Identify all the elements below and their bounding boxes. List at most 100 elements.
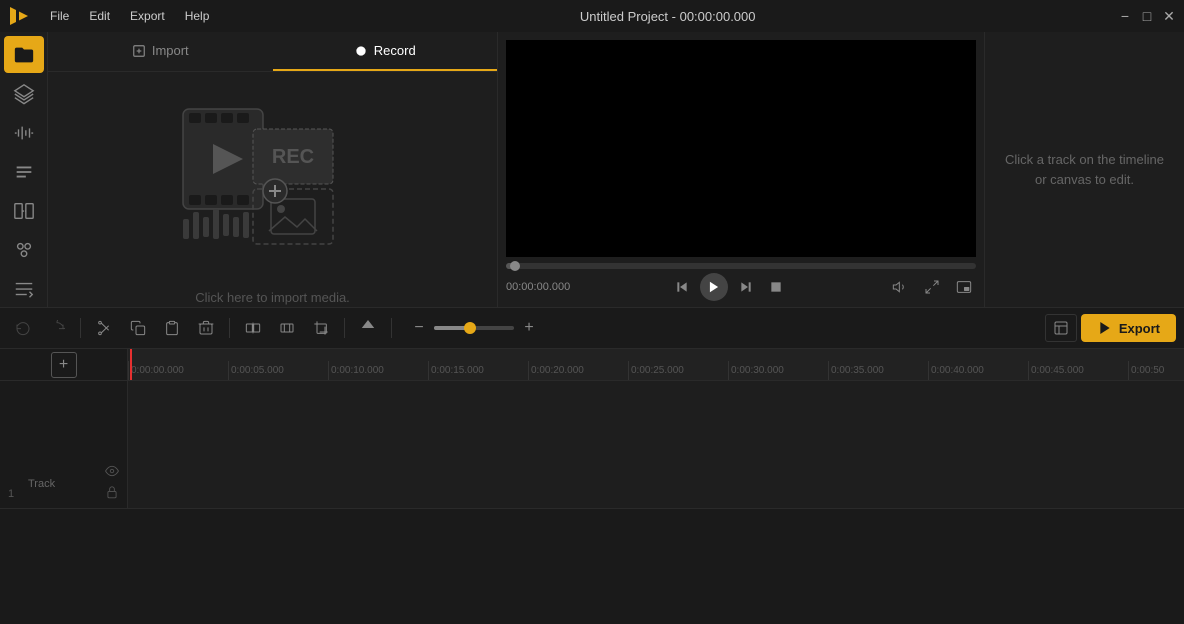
zoom-out-button[interactable]: − (408, 317, 430, 339)
skip-forward-button[interactable] (734, 275, 758, 299)
template-button[interactable] (1045, 314, 1077, 342)
ruler-mark-6: 0:00:30.000 (728, 361, 828, 380)
playhead[interactable] (130, 349, 132, 380)
separator-2 (229, 318, 230, 338)
toolbar: − + Export (0, 307, 1184, 349)
playback-controls: 00:00:00.000 (498, 257, 984, 307)
lock-icon (105, 485, 119, 499)
track-1-content[interactable] (128, 381, 1184, 509)
track-lock-button[interactable] (105, 485, 119, 502)
play-icon (707, 280, 721, 294)
fullscreen-button[interactable] (920, 275, 944, 299)
ruler-mark-8: 0:00:40.000 (928, 361, 1028, 380)
eye-icon (105, 464, 119, 478)
layers-icon (13, 83, 35, 105)
video-preview (506, 40, 976, 257)
svg-text:REC: REC (271, 146, 313, 168)
minimize-button[interactable]: − (1118, 9, 1132, 23)
timeline-area: + 1 Track (0, 349, 1184, 509)
menu-help[interactable]: Help (177, 7, 218, 25)
progress-handle[interactable] (510, 261, 520, 271)
stop-button[interactable] (764, 275, 788, 299)
paste-button[interactable] (157, 314, 187, 342)
cut-button[interactable] (89, 314, 119, 342)
panel-tabs: Import Record (48, 32, 497, 72)
sidebar-item-filters[interactable] (4, 231, 44, 268)
progress-bar[interactable] (506, 263, 976, 269)
sidebar-item-text[interactable] (4, 153, 44, 190)
track-1-number: 1 (8, 488, 14, 500)
track-1-label: 1 Track (0, 381, 127, 509)
export-label: Export (1119, 321, 1160, 336)
menu-edit[interactable]: Edit (81, 7, 118, 25)
marker-icon (361, 320, 375, 336)
ruler-mark-10: 0:00:50 (1128, 361, 1184, 380)
sidebar-item-media[interactable] (4, 36, 44, 73)
zoom-slider[interactable] (434, 326, 514, 330)
copy-icon (130, 320, 146, 336)
separator-4 (391, 318, 392, 338)
delete-button[interactable] (191, 314, 221, 342)
zoom-control: − + (408, 317, 540, 339)
filters-icon (13, 239, 35, 261)
more-icon (13, 278, 35, 300)
tab-record[interactable]: Record (273, 32, 498, 71)
zoom-in-button[interactable]: + (518, 317, 540, 339)
tab-import[interactable]: Import (48, 32, 273, 71)
crop-icon (313, 320, 329, 336)
properties-hint-text: Click a track on the timeline or canvas … (1001, 150, 1168, 189)
waveform-icon (13, 122, 35, 144)
pip-button[interactable] (952, 275, 976, 299)
sidebar-item-transitions[interactable] (4, 192, 44, 229)
zoom-slider-handle[interactable] (464, 322, 476, 334)
maximize-button[interactable]: □ (1140, 9, 1154, 23)
timeline-ruler[interactable]: 0:00:00.000 0:00:05.000 0:00:10.000 0:00… (128, 349, 1184, 381)
fullscreen-icon (924, 279, 940, 295)
tab-record-label: Record (374, 43, 416, 58)
stop-icon (769, 280, 783, 294)
add-track-button[interactable]: + (51, 352, 77, 378)
menu-file[interactable]: File (42, 7, 77, 25)
undo-icon (15, 320, 31, 336)
sidebar-item-more[interactable] (4, 270, 44, 307)
sidebar-item-effects[interactable] (4, 75, 44, 112)
trim-button[interactable] (272, 314, 302, 342)
sidebar (0, 32, 48, 307)
volume-button[interactable] (888, 275, 912, 299)
track-visibility-button[interactable] (105, 464, 119, 481)
skip-back-button[interactable] (670, 275, 694, 299)
menu-export[interactable]: Export (122, 7, 173, 25)
window-title: Untitled Project - 00:00:00.000 (580, 9, 756, 24)
template-icon (1053, 320, 1069, 336)
import-media-icon: REC (153, 74, 393, 274)
text-icon (13, 161, 35, 183)
separator-3 (344, 318, 345, 338)
menu-bar: File Edit Export Help (42, 7, 217, 25)
undo-button[interactable] (8, 314, 38, 342)
pip-icon (956, 279, 972, 295)
left-panel: Import Record (48, 32, 498, 307)
ruler-mark-3: 0:00:15.000 (428, 361, 528, 380)
preview-panel: 00:00:00.000 (498, 32, 984, 307)
redo-button[interactable] (42, 314, 72, 342)
split-button[interactable] (238, 314, 268, 342)
timeline-tracks: 0:00:00.000 0:00:05.000 0:00:10.000 0:00… (128, 349, 1184, 509)
sidebar-item-audio[interactable] (4, 114, 44, 151)
controls-row: 00:00:00.000 (506, 273, 976, 301)
crop-button[interactable] (306, 314, 336, 342)
add-track-header: + (0, 349, 127, 381)
copy-button[interactable] (123, 314, 153, 342)
delete-icon (198, 320, 214, 336)
import-drop-area[interactable]: REC (48, 72, 497, 307)
content-panels: Import Record (48, 32, 1184, 307)
marker-button[interactable] (353, 314, 383, 342)
main-area: Import Record (0, 32, 1184, 307)
playback-buttons (670, 273, 788, 301)
export-button[interactable]: Export (1081, 314, 1176, 342)
volume-icon (892, 279, 908, 295)
paste-icon (164, 320, 180, 336)
play-button[interactable] (700, 273, 728, 301)
title-bar-left: File Edit Export Help (8, 5, 217, 27)
close-button[interactable]: ✕ (1162, 9, 1176, 23)
track-1-icons (105, 464, 119, 502)
